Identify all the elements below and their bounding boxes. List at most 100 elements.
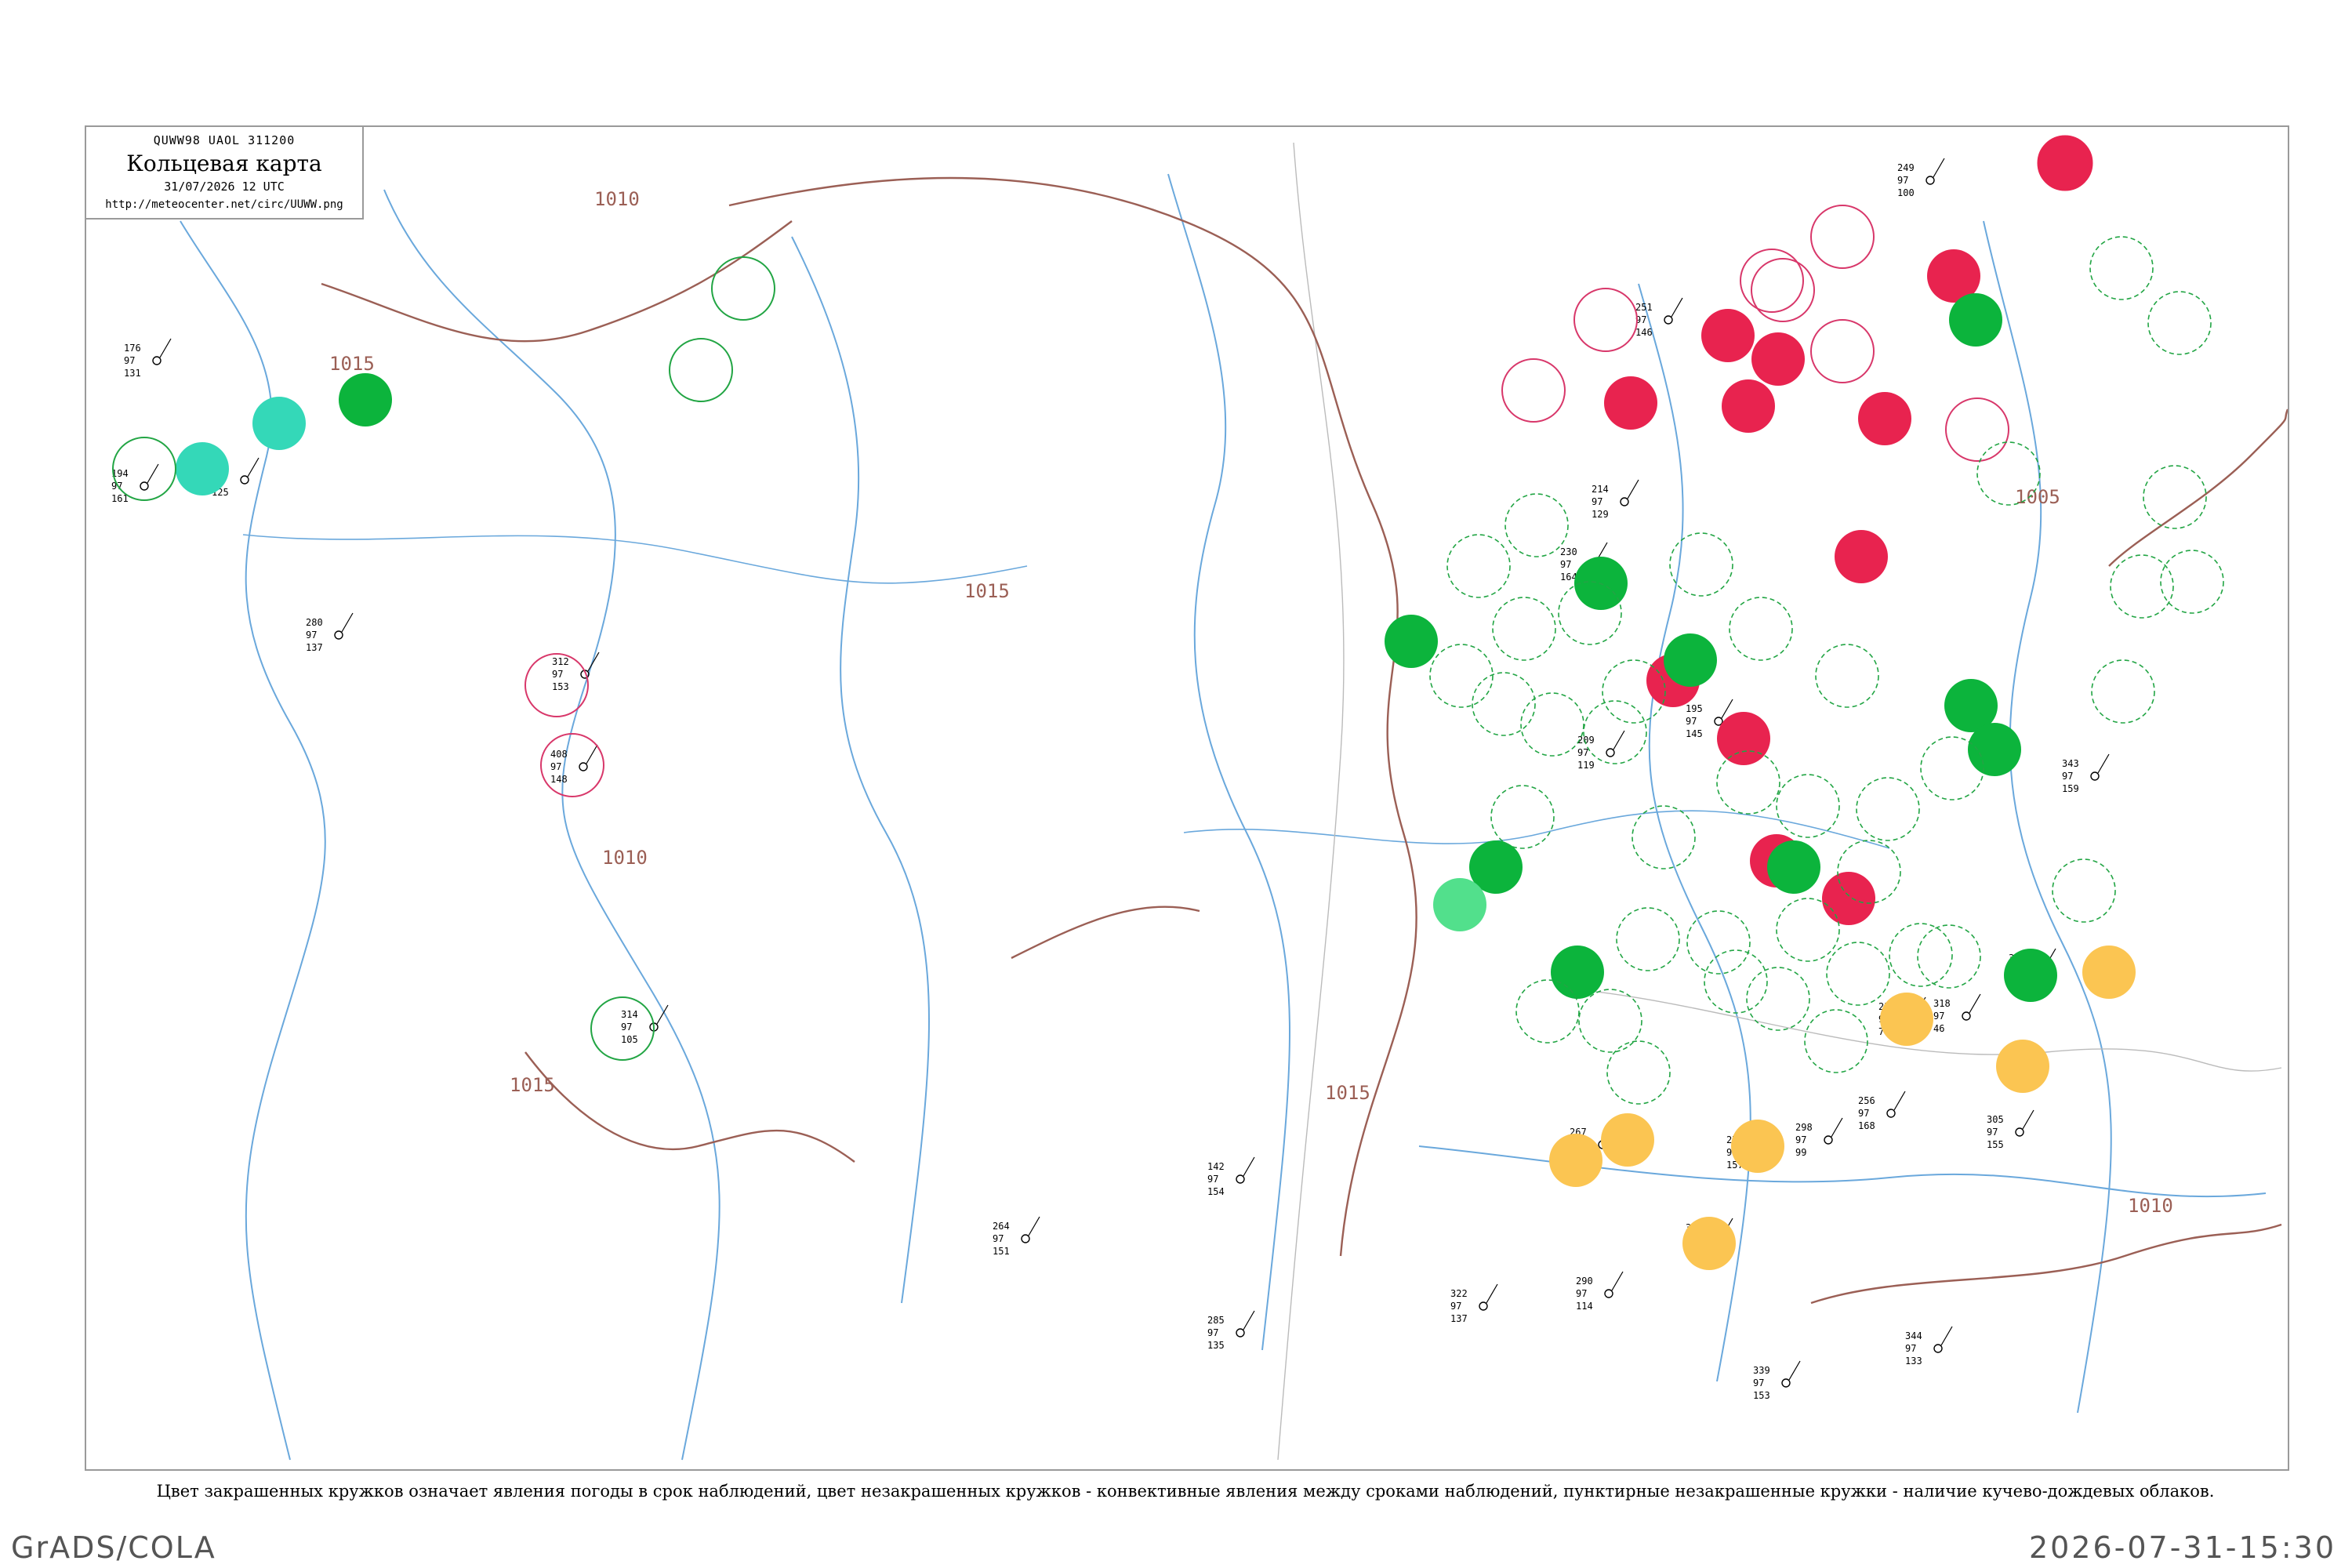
station-value-t: 249 bbox=[1897, 162, 1915, 173]
river bbox=[180, 220, 326, 1461]
rain-circle bbox=[1767, 840, 1820, 894]
station-value-t: 285 bbox=[1207, 1315, 1225, 1326]
isobar-line bbox=[728, 176, 1417, 1257]
station-value-p: 97 bbox=[1207, 1327, 1218, 1338]
station-dot bbox=[579, 762, 588, 771]
map-title: Кольцевая карта bbox=[126, 151, 322, 176]
footer-software: GrADS/COLA bbox=[11, 1530, 216, 1565]
station-value-t: 230 bbox=[1560, 546, 1577, 557]
station-model: 33997 153 bbox=[1753, 1360, 1801, 1401]
station-dot bbox=[1933, 1344, 1943, 1353]
cb-cloud-circle bbox=[1583, 700, 1647, 764]
rain-open-circle bbox=[711, 256, 775, 321]
isobar-line bbox=[1011, 906, 1200, 960]
cb-cloud-circle bbox=[2143, 465, 2207, 529]
cb-cloud-circle bbox=[1504, 493, 1569, 557]
station-model: 29897 99 bbox=[1795, 1117, 1843, 1158]
station-value-t: 256 bbox=[1858, 1095, 1875, 1106]
river bbox=[383, 189, 720, 1461]
wind-barb bbox=[1788, 1360, 1801, 1381]
station-value-t: 280 bbox=[306, 617, 323, 628]
thunderstorm-open-circle bbox=[1573, 288, 1638, 352]
station-value-v: 133 bbox=[1905, 1356, 1922, 1367]
thunderstorm-open-circle bbox=[1740, 249, 1804, 313]
station-value-v: 153 bbox=[552, 681, 569, 692]
station-dot bbox=[1824, 1135, 1833, 1145]
station-value-p: 97 bbox=[1795, 1134, 1806, 1145]
station-dot bbox=[1479, 1301, 1488, 1311]
station-model: 20997119 bbox=[1577, 730, 1625, 771]
wind-barb bbox=[1243, 1156, 1255, 1177]
wind-barb bbox=[247, 457, 260, 477]
isobar-labels: 1010 1015 1010 1015 1015 1005 1010 1015 bbox=[329, 188, 2173, 1217]
station-dot bbox=[1236, 1328, 1245, 1338]
cb-cloud-circle bbox=[1856, 777, 1920, 841]
station-value-t: 408 bbox=[550, 749, 568, 760]
wind-barb bbox=[159, 338, 172, 358]
shower-circle bbox=[1433, 878, 1486, 931]
station-value-v: 148 bbox=[550, 774, 568, 785]
station-value-t: 251 bbox=[1635, 302, 1653, 313]
station-model: 21497 129 bbox=[1592, 479, 1639, 520]
weather-map: 1010 1015 1010 1015 1015 1005 1010 1015 … bbox=[85, 125, 2289, 1471]
river bbox=[1983, 220, 2112, 1414]
station-dot bbox=[334, 630, 343, 640]
station-dot bbox=[1926, 176, 1935, 185]
isobar-label: 1010 bbox=[594, 188, 640, 210]
station-model: 322 97137 bbox=[1450, 1283, 1498, 1324]
station-value-t: 264 bbox=[993, 1221, 1010, 1232]
haze-circle bbox=[1601, 1113, 1654, 1167]
station-value-t: 298 bbox=[1795, 1122, 1813, 1133]
isobar-line bbox=[2108, 408, 2288, 567]
station-value-t: 312 bbox=[552, 656, 569, 667]
station-value-v: 105 bbox=[621, 1034, 638, 1045]
station-value-t: 142 bbox=[1207, 1161, 1225, 1172]
wind-barb bbox=[1671, 297, 1683, 318]
station-model: 25197146 bbox=[1635, 297, 1683, 338]
rain-circle bbox=[1664, 633, 1717, 687]
rivers-layer bbox=[180, 173, 2267, 1461]
thunderstorm-circle bbox=[1751, 332, 1805, 386]
wind-barb bbox=[587, 652, 600, 672]
station-value-v: 114 bbox=[1576, 1301, 1593, 1312]
station-value-v: 153 bbox=[1753, 1390, 1770, 1401]
station-value-v: 131 bbox=[124, 368, 141, 379]
station-value-p: 97 bbox=[1905, 1343, 1916, 1354]
station-value-p: 97 bbox=[1933, 1011, 1944, 1022]
station-model: 249 97100 bbox=[1897, 158, 1945, 198]
thunderstorm-circle bbox=[1858, 392, 1911, 445]
station-value-v: 129 bbox=[1592, 509, 1609, 520]
station-value-p: 97 bbox=[621, 1022, 632, 1033]
station-value-p: 97 bbox=[1858, 1108, 1869, 1119]
station-dot bbox=[2090, 771, 2100, 781]
wind-barb bbox=[656, 1004, 669, 1025]
cb-cloud-circle bbox=[2147, 291, 2212, 355]
station-model: 305 97155 bbox=[1987, 1109, 2034, 1150]
river bbox=[242, 534, 1028, 584]
wind-barb bbox=[2022, 1109, 2034, 1130]
isobar-line bbox=[321, 220, 793, 343]
station-dot bbox=[1606, 748, 1615, 757]
thunderstorm-open-circle bbox=[1810, 319, 1875, 383]
wind-barb bbox=[147, 463, 159, 484]
station-value-t: 305 bbox=[1987, 1114, 2004, 1125]
thunderstorm-circle bbox=[1835, 530, 1888, 583]
cb-cloud-circle bbox=[1520, 692, 1584, 757]
legend-caption: Цвет закрашенных кружков означает явлени… bbox=[156, 1482, 2215, 1501]
cb-cloud-circle bbox=[1606, 1040, 1671, 1105]
haze-circle bbox=[1731, 1120, 1784, 1173]
map-canvas: 1010 1015 1010 1015 1015 1005 1010 1015 … bbox=[86, 127, 2288, 1461]
station-value-t: 344 bbox=[1905, 1330, 1922, 1341]
border-line bbox=[1277, 142, 1345, 1461]
isobar-label: 1015 bbox=[329, 353, 375, 375]
stations-layer: 1769713115397125194971612809713731297153… bbox=[111, 158, 2110, 1401]
station-dot bbox=[2015, 1127, 2024, 1137]
river bbox=[791, 236, 930, 1304]
station-value-v: 151 bbox=[993, 1246, 1010, 1257]
isobar-label: 1010 bbox=[602, 847, 648, 869]
cb-cloud-circle bbox=[1616, 907, 1680, 971]
cb-cloud-circle bbox=[1704, 949, 1768, 1014]
station-dot bbox=[1604, 1289, 1613, 1298]
isobar-line bbox=[524, 1051, 855, 1163]
footer-timestamp: 2026-07-31-15:30 bbox=[2028, 1530, 2336, 1565]
